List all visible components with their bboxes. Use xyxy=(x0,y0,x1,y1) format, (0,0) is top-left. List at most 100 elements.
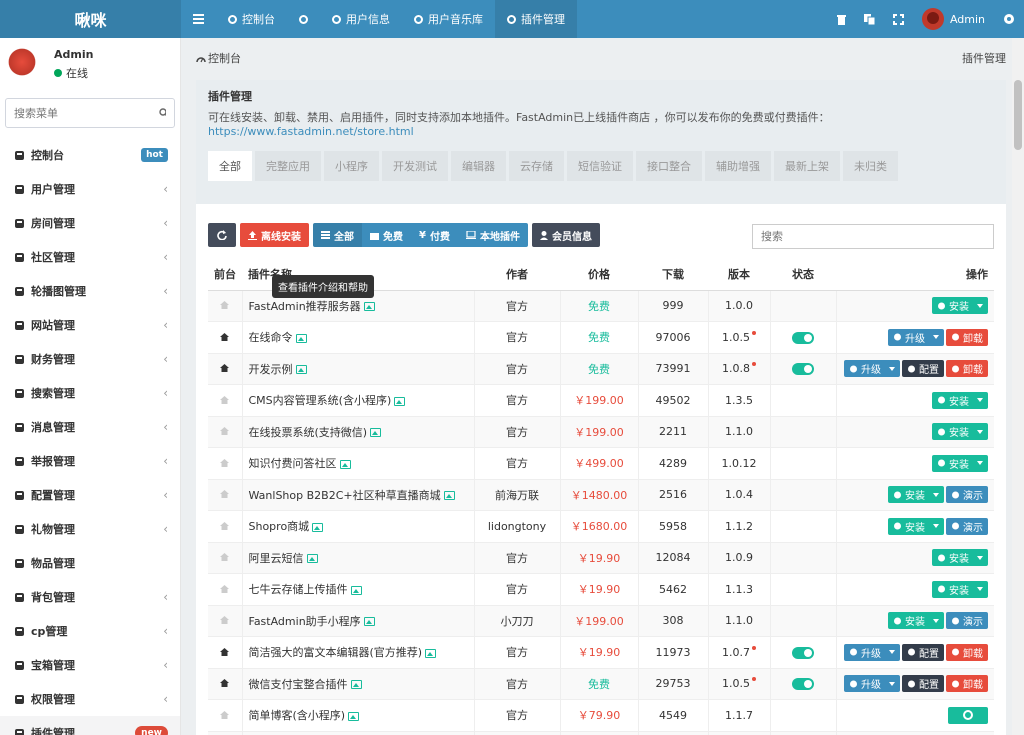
upgrade-button[interactable]: 升级 xyxy=(844,643,900,661)
plugin-name-cell[interactable]: WanlShop B2B2C+社区种草直播商城 xyxy=(241,478,474,511)
sidebar-item-2[interactable]: 房间管理 ‹ xyxy=(0,206,180,240)
column-header[interactable]: 下载 xyxy=(638,258,708,291)
sidebar-search-input[interactable] xyxy=(14,106,159,120)
column-header[interactable]: 状态 xyxy=(770,258,836,291)
image-icon[interactable] xyxy=(350,585,362,595)
plugin-name-cell[interactable]: 七牛云存储上传插件 xyxy=(241,573,474,605)
tab-2[interactable]: 小程序 xyxy=(324,151,379,181)
plugin-name[interactable]: 阿里云短信 xyxy=(249,552,304,565)
plugin-name-cell[interactable]: 在线命令 xyxy=(241,321,474,353)
home-cell[interactable] xyxy=(208,321,242,353)
home-cell[interactable] xyxy=(208,699,242,731)
plugin-name[interactable]: 七牛云存储上传插件 xyxy=(249,583,348,596)
image-icon[interactable] xyxy=(295,365,307,375)
offline-install-button[interactable]: 离线安装 xyxy=(240,223,309,247)
loading-button[interactable] xyxy=(948,706,988,724)
filter-local-button[interactable]: 本地插件 xyxy=(457,223,528,247)
uninstall-button[interactable]: 卸载 xyxy=(946,328,988,346)
sidebar-item-6[interactable]: 财务管理 ‹ xyxy=(0,342,180,376)
install-button[interactable]: 安装 xyxy=(932,423,988,441)
demo-button[interactable]: 演示 xyxy=(946,486,988,504)
plugin-name[interactable]: WanlShop B2B2C+社区种草直播商城 xyxy=(249,489,441,502)
filter-all-button[interactable]: 全部 xyxy=(313,223,362,247)
image-icon[interactable] xyxy=(339,459,351,469)
plugin-name[interactable]: FastAdmin助手小程序 xyxy=(249,615,361,628)
home-cell[interactable] xyxy=(208,384,242,416)
user-menu[interactable]: Admin xyxy=(913,0,994,38)
home-cell[interactable] xyxy=(208,667,242,700)
plugin-name-cell[interactable]: 阿里云短信 xyxy=(241,541,474,574)
install-button[interactable]: 安装 xyxy=(888,517,944,535)
plugin-name-cell[interactable]: 开发示例 xyxy=(241,352,474,385)
home-cell[interactable] xyxy=(208,573,242,605)
upgrade-button[interactable]: 升级 xyxy=(844,675,900,693)
home-cell[interactable] xyxy=(208,289,242,322)
image-icon[interactable] xyxy=(312,522,324,532)
plugin-name-cell[interactable]: CMS内容管理系统(含小程序) xyxy=(241,384,474,416)
sidebar-item-17[interactable]: 插件管理 new xyxy=(0,716,180,735)
tab-8[interactable]: 辅助增强 xyxy=(705,151,771,181)
install-button[interactable]: 安装 xyxy=(932,454,988,472)
settings-button[interactable] xyxy=(994,0,1024,38)
trash-button[interactable] xyxy=(828,0,855,38)
install-button[interactable]: 安装 xyxy=(932,297,988,315)
sidebar-item-10[interactable]: 配置管理 ‹ xyxy=(0,478,180,512)
sidebar-item-15[interactable]: 宝箱管理 ‹ xyxy=(0,648,180,682)
plugin-name-cell[interactable]: 简洁强大的富文本编辑器(官方推荐) xyxy=(241,636,474,668)
plugin-name-cell[interactable]: Shopro商城 xyxy=(241,510,474,542)
filter-paid-button[interactable]: ¥ 付费 xyxy=(411,223,458,247)
sidebar-item-14[interactable]: cp管理 ‹ xyxy=(0,614,180,648)
home-cell[interactable] xyxy=(208,604,242,637)
column-header[interactable]: 价格 xyxy=(560,258,638,291)
config-button[interactable]: 配置 xyxy=(902,675,944,693)
sidebar-item-12[interactable]: 物品管理 xyxy=(0,546,180,580)
home-cell[interactable] xyxy=(208,352,242,385)
plugin-name[interactable]: FastAdmin推荐服务器 xyxy=(249,300,361,313)
plugin-name[interactable]: 简单博客(含小程序) xyxy=(249,709,346,722)
sidebar-item-13[interactable]: 背包管理 ‹ xyxy=(0,580,180,614)
image-icon[interactable] xyxy=(363,302,375,312)
refresh-button[interactable] xyxy=(208,223,236,247)
uninstall-button[interactable]: 卸载 xyxy=(946,643,988,661)
member-info-button[interactable]: 会员信息 xyxy=(531,223,600,247)
status-toggle[interactable] xyxy=(792,363,814,376)
sidebar-item-5[interactable]: 网站管理 ‹ xyxy=(0,308,180,342)
install-button[interactable]: 安装 xyxy=(932,391,988,409)
upgrade-button[interactable]: 升级 xyxy=(844,360,900,378)
column-header[interactable]: 操作 xyxy=(836,258,994,291)
home-cell[interactable] xyxy=(208,510,242,542)
plugin-name-cell[interactable]: 微信支付宝整合插件 xyxy=(241,667,474,700)
column-header[interactable]: 作者 xyxy=(474,258,560,291)
topnav-item-2[interactable]: 用户信息 xyxy=(320,0,402,38)
plugin-name-cell[interactable]: 阿里OSS云存储上传插件 xyxy=(241,730,474,735)
image-icon[interactable] xyxy=(306,554,318,564)
install-button[interactable]: 安装 xyxy=(888,612,944,630)
plugin-name[interactable]: CMS内容管理系统(含小程序) xyxy=(249,394,392,407)
uninstall-button[interactable]: 卸载 xyxy=(946,675,988,693)
image-icon[interactable] xyxy=(394,396,406,406)
topnav-item-0[interactable]: 控制台 xyxy=(216,0,287,38)
fullscreen-button[interactable] xyxy=(884,0,913,38)
scrollbar-thumb[interactable] xyxy=(1014,80,1022,150)
image-icon[interactable] xyxy=(425,648,437,658)
tab-7[interactable]: 接口整合 xyxy=(636,151,702,181)
column-header[interactable]: 前台 xyxy=(208,258,242,291)
topnav-item-1[interactable] xyxy=(287,0,320,38)
breadcrumb-home[interactable]: 控制台 xyxy=(196,50,241,66)
tab-5[interactable]: 云存储 xyxy=(509,151,564,181)
sidebar-item-3[interactable]: 社区管理 ‹ xyxy=(0,240,180,274)
image-icon[interactable] xyxy=(295,333,307,343)
sidebar-item-1[interactable]: 用户管理 ‹ xyxy=(0,172,180,206)
image-icon[interactable] xyxy=(348,711,360,721)
demo-button[interactable]: 演示 xyxy=(946,517,988,535)
plugin-search-input[interactable] xyxy=(761,230,985,243)
store-link[interactable]: https://www.fastadmin.net/store.html xyxy=(208,125,414,138)
tab-0[interactable]: 全部 xyxy=(208,151,252,181)
plugin-name[interactable]: Shopro商城 xyxy=(249,520,310,533)
home-cell[interactable] xyxy=(208,636,242,668)
column-header[interactable]: 版本 xyxy=(708,258,770,291)
plugin-name[interactable]: 在线投票系统(支持微信) xyxy=(249,426,368,439)
plugin-name[interactable]: 简洁强大的富文本编辑器(官方推荐) xyxy=(249,646,423,659)
tab-1[interactable]: 完整应用 xyxy=(255,151,321,181)
tab-9[interactable]: 最新上架 xyxy=(774,151,840,181)
